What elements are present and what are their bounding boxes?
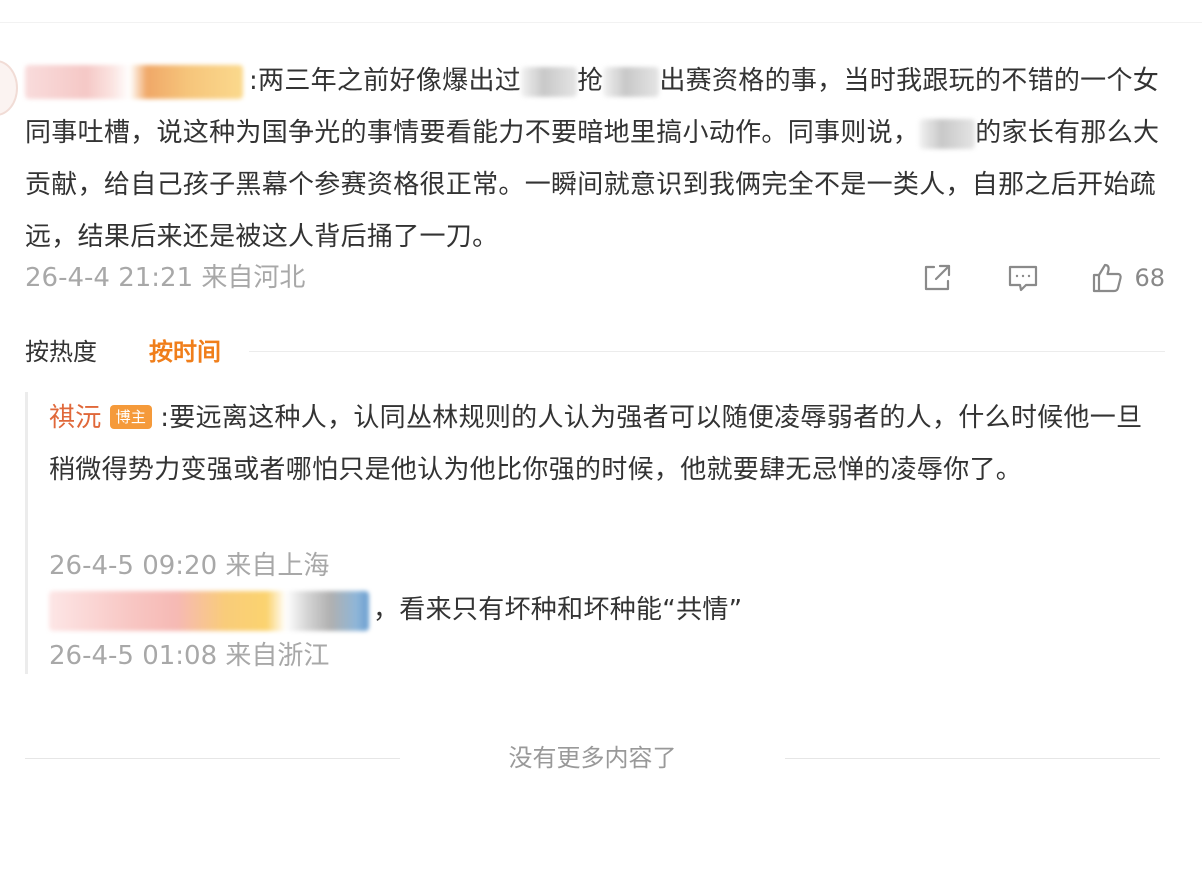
sort-tabs: 按热度 按时间 — [25, 334, 1165, 370]
reply-timestamp: 26-4-5 01:08 来自浙江 — [49, 641, 330, 671]
host-badge: 博主 — [109, 404, 153, 429]
reply-author[interactable]: 祺沅 — [49, 403, 102, 433]
reply-text: :要远离这种人，认同丛林规则的人认为强者可以随便凌辱弱者的人，什么时候他一旦稍微… — [49, 403, 1143, 485]
tab-sort-hot[interactable]: 按热度 — [25, 334, 97, 370]
reply-item: ，看来只有坏种和坏种能“共情” — [49, 588, 1159, 632]
comment-text-part-2: 抢 — [577, 66, 604, 96]
reply-text: ，看来只有坏种和坏种能“共情” — [373, 595, 743, 625]
comment-timestamp: 26-4-4 21:21 来自河北 — [25, 263, 306, 293]
end-of-list: 没有更多内容了 — [25, 738, 1165, 778]
reply-list: 祺沅 博主:要远离这种人，认同丛林规则的人认为强者可以随便凌辱弱者的人，什么时候他… — [25, 392, 1168, 674]
divider — [785, 758, 1160, 759]
reply-timestamp: 26-4-5 09:20 来自上海 — [49, 551, 330, 581]
divider — [249, 351, 1165, 352]
like-count: 68 — [1134, 264, 1165, 292]
comment-meta: 26-4-4 21:21 来自河北 68 — [25, 258, 1165, 298]
comment-icon[interactable] — [1006, 261, 1040, 295]
tab-sort-time[interactable]: 按时间 — [149, 334, 221, 370]
top-divider — [0, 22, 1202, 23]
redacted-username[interactable] — [25, 64, 243, 99]
share-icon[interactable] — [920, 261, 954, 295]
comment-text-part-1: :两三年之前好像爆出过 — [249, 66, 522, 96]
redacted-text — [521, 66, 578, 97]
reply-item: 祺沅 博主:要远离这种人，认同丛林规则的人认为强者可以随便凌辱弱者的人，什么时候他… — [49, 392, 1159, 496]
avatar[interactable] — [0, 60, 18, 116]
redacted-username[interactable] — [49, 590, 369, 631]
like-icon[interactable] — [1090, 261, 1124, 295]
comment-actions: 68 — [920, 258, 1165, 298]
redacted-text — [919, 118, 976, 149]
redacted-text — [603, 66, 660, 97]
comment-body: :两三年之前好像爆出过抢出赛资格的事，当时我跟玩的不错的一个女同事吐槽，说这种为… — [25, 55, 1165, 263]
